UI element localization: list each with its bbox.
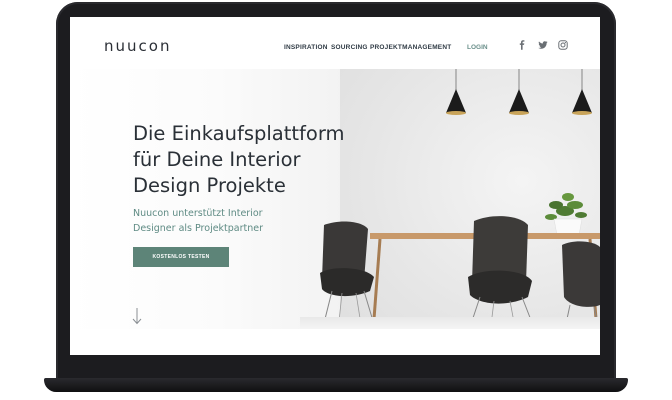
pendant-lamp <box>572 69 592 115</box>
top-navigation: nuucon INSPIRATION SOURCING PROJEKTMANAG… <box>70 17 600 69</box>
hero-title-line: Design Projekte <box>133 174 286 197</box>
hero-subtitle: Nuucon unterstützt Interior Designer als… <box>133 206 313 236</box>
arrow-down-icon[interactable] <box>131 307 143 325</box>
hero-title-line: Die Einkaufsplattform <box>133 122 345 145</box>
hero-title-line: für Deine Interior <box>133 148 301 171</box>
plant <box>545 193 587 236</box>
facebook-icon[interactable] <box>517 40 527 50</box>
hero-title: Die Einkaufsplattform für Deine Interior… <box>133 121 433 199</box>
chair <box>467 216 537 334</box>
nav-item-inspiration[interactable]: INSPIRATION <box>284 44 328 51</box>
nav-item-sourcing[interactable]: SOURCING <box>331 44 368 51</box>
laptop-mockup: nuucon INSPIRATION SOURCING PROJEKTMANAG… <box>0 0 672 400</box>
hero-subtitle-line: Nuucon unterstützt Interior <box>133 208 263 219</box>
pendant-lamp <box>446 69 466 115</box>
bottom-strip <box>70 329 600 355</box>
hero-subtitle-line: Designer als Projektpartner <box>133 223 264 234</box>
laptop-screen: nuucon INSPIRATION SOURCING PROJEKTMANAG… <box>70 17 600 355</box>
login-link[interactable]: LOGIN <box>467 44 488 51</box>
twitter-icon[interactable] <box>538 40 548 50</box>
site-logo[interactable]: nuucon <box>104 37 171 55</box>
cta-button[interactable]: KOSTENLOS TESTEN <box>133 247 229 267</box>
nav-item-projektmanagement[interactable]: PROJEKTMANAGEMENT <box>370 44 451 51</box>
chair <box>320 221 377 332</box>
pendant-lamp <box>509 69 529 115</box>
instagram-icon[interactable] <box>558 40 568 50</box>
laptop-base <box>44 378 628 392</box>
